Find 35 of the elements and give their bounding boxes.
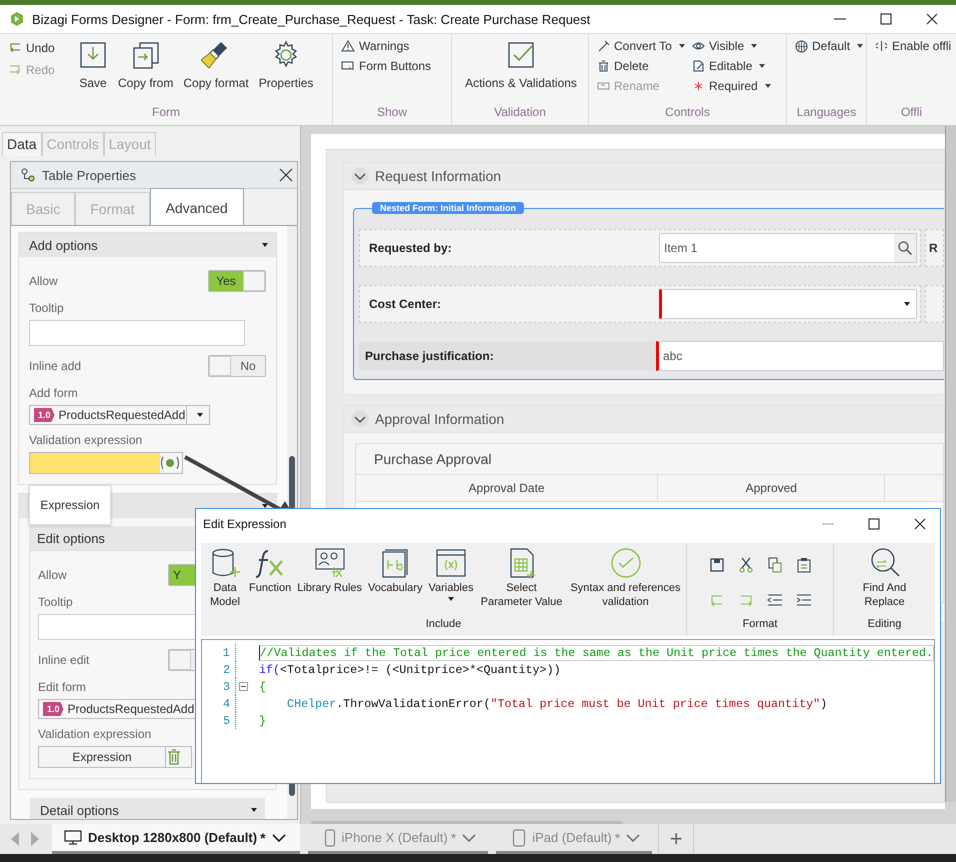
code-line: }	[259, 714, 266, 728]
code-line: if(<Totalprice>!= (<Unitprice>*<Quantity>))	[259, 662, 561, 676]
table-title: Purchase Approval	[373, 450, 493, 469]
group-label: Editing	[868, 618, 902, 632]
field-label: Inline add	[29, 359, 82, 373]
code-line: {	[259, 680, 266, 694]
code-line: CHelper.ThrowValidationError("Total price must be Unit price times quantity")	[286, 696, 828, 710]
group-label: Languages	[796, 105, 858, 121]
group-label: Offli	[900, 105, 924, 121]
field-label: Add form	[29, 386, 78, 400]
line-number: 4	[222, 696, 230, 710]
group-label: Include	[424, 618, 462, 632]
line-number: 1	[222, 646, 230, 660]
panel-title: Table Properties	[42, 168, 136, 182]
group-label: Format	[742, 618, 778, 632]
group-label: Controls	[664, 105, 711, 121]
line-number: 3	[222, 680, 230, 694]
tooltip: Expression	[29, 485, 111, 525]
group-label: Validation	[493, 105, 547, 121]
nested-form-badge: Nested Form: Initial Information	[372, 202, 524, 214]
line-number: 5	[222, 714, 230, 728]
field-label: Tooltip	[29, 301, 64, 315]
window-title: Bizagi Forms Designer - Form: frm_Create_Purchase_Request - Task: Create Purchase Request	[32, 12, 590, 26]
field-label: Allow	[38, 568, 67, 582]
field-label: Validation expression	[38, 727, 152, 741]
field-label: Inline edit	[38, 653, 90, 667]
field-label: Purchase justification:	[359, 341, 656, 371]
field-label: Validation expression	[29, 433, 142, 447]
field-label: Tooltip	[38, 595, 73, 609]
line-number: 2	[222, 662, 230, 676]
field-label: Edit form	[38, 680, 86, 694]
field-label: Allow	[29, 274, 58, 288]
group-label: Show	[376, 105, 408, 121]
group-label: Form	[151, 105, 181, 121]
field-label: R	[929, 241, 938, 255]
